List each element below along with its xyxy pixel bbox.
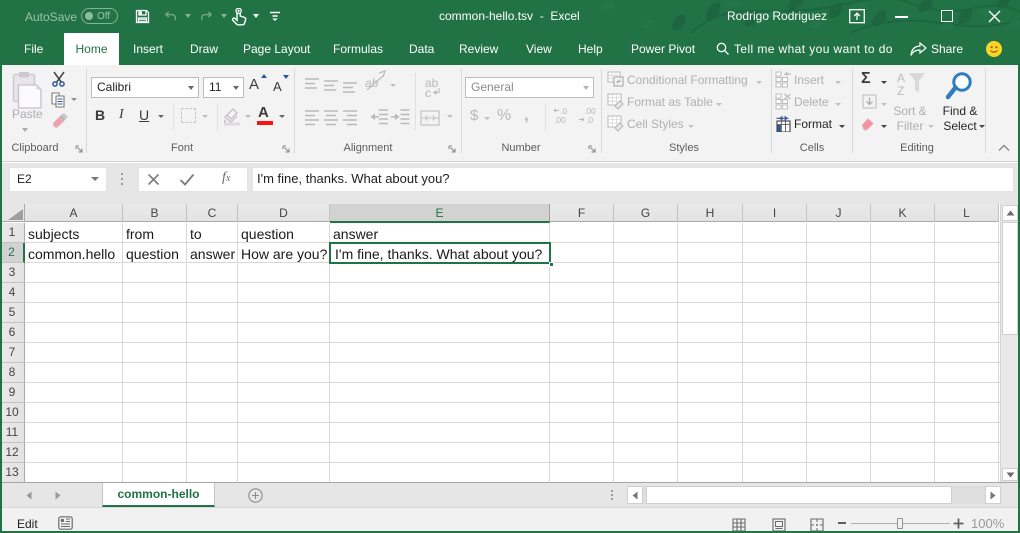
svg-text:.0: .0 <box>586 115 593 125</box>
svg-text:.00: .00 <box>554 115 566 125</box>
svg-text:A: A <box>897 71 905 85</box>
svg-text:Z: Z <box>897 84 904 98</box>
svg-text:ab: ab <box>365 76 379 90</box>
svg-text:c: c <box>425 86 431 100</box>
